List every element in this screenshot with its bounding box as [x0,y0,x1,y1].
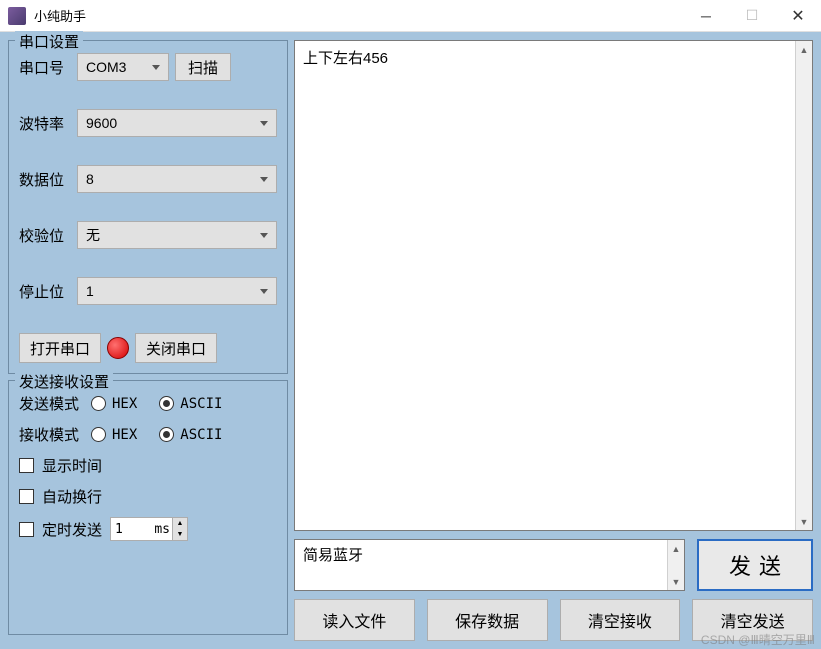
maximize-button[interactable]: ☐ [729,0,775,32]
timed-send-spinner[interactable]: 1 ms ▲ ▼ [110,517,188,541]
save-data-button[interactable]: 保存数据 [427,599,548,641]
stopbits-row: 停止位 1 [19,277,277,305]
rx-ascii-radio[interactable]: ASCII [159,427,222,443]
tx-ascii-radio[interactable]: ASCII [159,396,222,412]
parity-row: 校验位 无 [19,221,277,249]
parity-value: 无 [86,225,100,245]
send-button[interactable]: 发送 [697,539,813,591]
titlebar: 小纯助手 ─ ☐ ✕ [0,0,821,32]
parity-select[interactable]: 无 [77,221,277,249]
send-textarea[interactable]: 简易蓝牙 ▲ ▼ [294,539,685,591]
port-row: 串口号 COM3 扫描 [19,53,277,81]
baud-value: 9600 [86,115,117,131]
send-scrollbar[interactable]: ▲ ▼ [667,540,684,590]
open-port-button[interactable]: 打开串口 [19,333,101,363]
checkbox-icon [19,489,34,504]
serial-settings-title: 串口设置 [15,31,83,52]
auto-wrap-label: 自动换行 [42,486,102,507]
port-button-row: 打开串口 关闭串口 [19,333,277,363]
receive-content: 上下左右456 [303,50,388,67]
show-time-row[interactable]: 显示时间 [19,455,277,476]
baud-row: 波特率 9600 [19,109,277,137]
rx-mode-label: 接收模式 [19,424,91,445]
status-indicator-icon [107,337,129,359]
tx-mode-label: 发送模式 [19,393,91,414]
auto-wrap-row[interactable]: 自动换行 [19,486,277,507]
serial-settings-group: 串口设置 串口号 COM3 扫描 波特率 9600 数据位 8 [8,40,288,374]
baud-select[interactable]: 9600 [77,109,277,137]
radio-icon [91,427,106,442]
databits-select[interactable]: 8 [77,165,277,193]
recv-scrollbar[interactable]: ▲ ▼ [795,41,812,530]
spinner-down-icon[interactable]: ▼ [173,529,187,540]
scan-button[interactable]: 扫描 [175,53,231,81]
minimize-button[interactable]: ─ [683,0,729,32]
scroll-up-icon[interactable]: ▲ [668,540,684,557]
port-select[interactable]: COM3 [77,53,169,81]
checkbox-icon [19,458,34,473]
databits-value: 8 [86,171,94,187]
scroll-down-icon[interactable]: ▼ [796,513,812,530]
send-content: 简易蓝牙 [303,547,363,564]
close-port-button[interactable]: 关闭串口 [135,333,217,363]
radio-icon [91,396,106,411]
txrx-settings-group: 发送接收设置 发送模式 HEX ASCII 接收模式 HEX [8,380,288,635]
tx-mode-row: 发送模式 HEX ASCII [19,393,277,414]
rx-hex-radio[interactable]: HEX [91,427,137,443]
rx-mode-row: 接收模式 HEX ASCII [19,424,277,445]
timed-send-row: 定时发送 1 ms ▲ ▼ [19,517,277,541]
send-row: 简易蓝牙 ▲ ▼ 发送 [294,539,813,591]
stopbits-value: 1 [86,283,94,299]
right-column: 上下左右456 ▲ ▼ 简易蓝牙 ▲ ▼ 发送 读入文件 [294,40,813,641]
receive-textarea[interactable]: 上下左右456 ▲ ▼ [294,40,813,531]
tx-hex-radio[interactable]: HEX [91,396,137,412]
baud-label: 波特率 [19,113,77,134]
show-time-label: 显示时间 [42,455,102,476]
databits-label: 数据位 [19,169,77,190]
timed-send-unit: ms [154,522,172,537]
stopbits-select[interactable]: 1 [77,277,277,305]
checkbox-icon[interactable] [19,522,34,537]
window-controls: ─ ☐ ✕ [683,0,821,32]
clear-send-button[interactable]: 清空发送 [692,599,813,641]
radio-icon [159,427,174,442]
left-column: 串口设置 串口号 COM3 扫描 波特率 9600 数据位 8 [8,40,288,641]
parity-label: 校验位 [19,225,77,246]
close-button[interactable]: ✕ [775,0,821,32]
port-label: 串口号 [19,57,77,78]
port-value: COM3 [86,59,126,75]
spinner-arrows: ▲ ▼ [172,518,187,540]
timed-send-value: 1 [111,522,154,537]
bottom-buttons: 读入文件 保存数据 清空接收 清空发送 [294,599,813,641]
scroll-down-icon[interactable]: ▼ [668,573,684,590]
scroll-up-icon[interactable]: ▲ [796,41,812,58]
timed-send-label: 定时发送 [42,519,102,540]
databits-row: 数据位 8 [19,165,277,193]
app-icon [8,7,26,25]
read-file-button[interactable]: 读入文件 [294,599,415,641]
clear-recv-button[interactable]: 清空接收 [560,599,681,641]
stopbits-label: 停止位 [19,281,77,302]
radio-icon [159,396,174,411]
txrx-settings-title: 发送接收设置 [15,371,113,392]
content-area: 串口设置 串口号 COM3 扫描 波特率 9600 数据位 8 [0,32,821,649]
spinner-up-icon[interactable]: ▲ [173,518,187,529]
window-title: 小纯助手 [34,6,683,25]
